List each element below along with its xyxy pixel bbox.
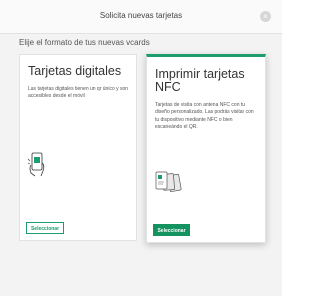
digital-cards-option[interactable]: Tarjetas digitales Las tarjetas digitale… xyxy=(19,54,137,241)
modal-title: Solicita nuevas tarjetas xyxy=(99,11,183,20)
modal-body: Elije el formato de tus nuevas vcards Ta… xyxy=(0,34,282,296)
modal-header: Solicita nuevas tarjetas × xyxy=(0,0,282,34)
format-subtitle: Elije el formato de tus nuevas vcards xyxy=(19,38,150,47)
card-description: Las tarjetas digitales tienen un qr únic… xyxy=(28,86,129,100)
request-cards-modal: Solicita nuevas tarjetas × Elije el form… xyxy=(0,0,282,296)
card-title: Tarjetas digitales xyxy=(28,64,122,78)
phone-qr-icon xyxy=(27,152,45,177)
nfc-cards-icon xyxy=(155,171,182,192)
nfc-cards-option[interactable]: Imprimir tarjetas NFC Tarjetas de visita… xyxy=(146,54,266,243)
card-title: Imprimir tarjetas NFC xyxy=(155,67,245,94)
select-nfc-button[interactable]: Seleccionar xyxy=(153,224,190,236)
close-icon[interactable]: × xyxy=(260,11,271,22)
card-description: Tarjetas de visita con antena NFC con tu… xyxy=(155,102,254,130)
select-digital-button[interactable]: Seleccionar xyxy=(26,222,64,234)
